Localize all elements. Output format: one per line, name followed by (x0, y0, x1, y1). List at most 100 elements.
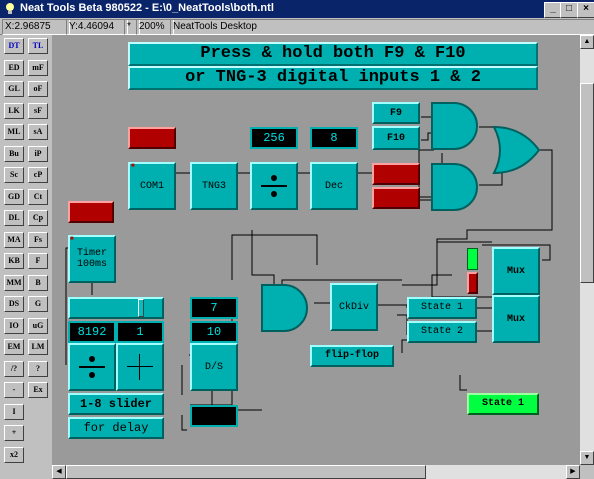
palette-button-tl[interactable]: TL (28, 38, 48, 54)
horizontal-scroll-thumb[interactable] (66, 465, 426, 479)
palette-button-i[interactable]: I (4, 403, 24, 420)
window-title: Neat Tools Beta 980522 - E:\0_NeatTools\… (20, 2, 274, 14)
palette-button-b[interactable]: B (28, 274, 48, 291)
mux-input-green (467, 248, 478, 270)
palette-button-xx[interactable]: /? (4, 360, 24, 377)
scroll-right-icon[interactable]: ▶ (566, 465, 580, 479)
delay-slider[interactable] (68, 297, 164, 319)
palette-button-ug[interactable]: uG (28, 317, 48, 334)
divide-icon (261, 175, 287, 197)
mux-input-red (467, 272, 478, 294)
component-palette: DT TL ED mF GL oF LK sF ML sA Bu iP Sc cP GD Ct DL Cp MA Fs… (0, 35, 52, 479)
palette-button-bu[interactable]: Bu (4, 145, 24, 162)
banner-line-1: Press & hold both F9 & F10 (128, 42, 538, 66)
timer-module[interactable]: Timer 100ms (68, 235, 116, 283)
palette-button-ed[interactable]: ED (4, 59, 24, 76)
palette-button-ds[interactable]: DS (4, 296, 24, 312)
palette-button-sf[interactable]: sF (28, 102, 48, 119)
add-module[interactable] (116, 343, 164, 391)
and-gate-icon[interactable] (430, 101, 480, 151)
value-display-256: 256 (250, 127, 298, 149)
or-gate-icon[interactable] (492, 125, 542, 175)
title-bar[interactable]: Neat Tools Beta 980522 - E:\0_NeatTools\… (0, 0, 594, 18)
module-marker: ■ (131, 163, 135, 169)
com1-module[interactable]: COM1 (128, 162, 176, 210)
palette-button-x[interactable]: + (4, 425, 24, 441)
palette-button-sc[interactable]: Sc (4, 167, 24, 183)
plus-icon (127, 354, 153, 380)
ds-module[interactable]: D/S (190, 343, 238, 391)
palette-button-lk[interactable]: LK (4, 102, 24, 119)
palette-button-of[interactable]: oF (28, 81, 48, 97)
palette-button-ma[interactable]: MA (4, 231, 24, 248)
dec-output-2 (372, 187, 420, 209)
y-coordinate: Y:4.46094 (66, 19, 128, 35)
f10-key-module[interactable]: F10 (372, 126, 420, 150)
slider-thumb[interactable] (138, 299, 144, 317)
dec-output-1 (372, 163, 420, 185)
flipflop-caption: flip-flop (310, 345, 394, 367)
state-output-display: State 1 (467, 393, 539, 415)
palette-button-ml[interactable]: ML (4, 124, 24, 140)
value-display-10: 10 (190, 321, 238, 343)
palette-button-x2[interactable]: x2 (4, 446, 24, 463)
palette-button-lm[interactable]: LM (28, 339, 48, 355)
palette-button-gl[interactable]: GL (4, 81, 24, 97)
vertical-scrollbar[interactable]: ▲ ▼ (580, 35, 594, 465)
divide-icon (79, 356, 105, 378)
palette-button-x[interactable]: ? (28, 360, 48, 377)
ckdiv-module[interactable]: CkDiv (330, 283, 378, 331)
value-display-7: 7 (190, 297, 238, 319)
app-icon (6, 3, 14, 14)
palette-button-dt[interactable]: DT (4, 38, 24, 54)
palette-button-x[interactable]: - (4, 382, 24, 398)
palette-button-g[interactable]: G (28, 296, 48, 312)
palette-button-io[interactable]: IO (4, 317, 24, 334)
tng3-module[interactable]: TNG3 (190, 162, 238, 210)
vertical-scroll-thumb[interactable] (580, 83, 594, 283)
close-icon[interactable]: × (577, 2, 594, 18)
palette-button-fs[interactable]: Fs (28, 231, 48, 248)
state1-input[interactable]: State 1 (407, 297, 477, 319)
module-marker: ■ (70, 236, 74, 242)
and-gate-icon[interactable] (260, 283, 310, 333)
palette-button-dl[interactable]: DL (4, 210, 24, 226)
palette-button-kb[interactable]: KB (4, 253, 24, 269)
palette-button-ct[interactable]: Ct (28, 188, 48, 205)
palette-button-ip[interactable]: iP (28, 145, 48, 162)
and-gate-icon[interactable] (430, 162, 480, 212)
value-display-8192: 8192 (68, 321, 116, 343)
timer-label: Timer (76, 248, 107, 259)
value-display-1: 1 (116, 321, 164, 343)
desktop-canvas[interactable]: Press & hold both F9 & F10 or TNG-3 digi… (52, 35, 580, 465)
slider-caption: 1-8 slider (68, 393, 164, 415)
palette-button-gd[interactable]: GD (4, 188, 24, 205)
dec-module[interactable]: Dec (310, 162, 358, 210)
f9-key-module[interactable]: F9 (372, 102, 420, 124)
palette-button-cp[interactable]: cP (28, 167, 48, 183)
empty-display (190, 405, 238, 427)
delay-caption: for delay (68, 417, 164, 439)
palette-button-ex[interactable]: Ex (28, 382, 48, 398)
scroll-up-icon[interactable]: ▲ (580, 35, 594, 49)
x-coordinate: X:2.96875 (2, 19, 70, 35)
palette-button-mf[interactable]: mF (28, 59, 48, 76)
palette-button-cp[interactable]: Cp (28, 210, 48, 226)
palette-button-f[interactable]: F (28, 253, 48, 269)
value-display-8: 8 (310, 127, 358, 149)
mux-module-2[interactable]: Mux (492, 295, 540, 343)
com1-indicator (128, 127, 176, 149)
state2-input[interactable]: State 2 (407, 321, 477, 343)
divide-module[interactable] (250, 162, 298, 210)
divide-module-2[interactable] (68, 343, 116, 391)
palette-button-mm[interactable]: MM (4, 274, 24, 291)
zoom-level: 200% (136, 19, 174, 35)
scroll-corner (580, 465, 594, 479)
horizontal-scrollbar[interactable]: ◀ ▶ (52, 465, 580, 479)
maximize-icon[interactable]: □ (560, 2, 578, 18)
mux-module-1[interactable]: Mux (492, 247, 540, 295)
scroll-left-icon[interactable]: ◀ (52, 465, 66, 479)
scroll-down-icon[interactable]: ▼ (580, 451, 594, 465)
palette-button-sa[interactable]: sA (28, 124, 48, 140)
palette-button-em[interactable]: EM (4, 339, 24, 355)
